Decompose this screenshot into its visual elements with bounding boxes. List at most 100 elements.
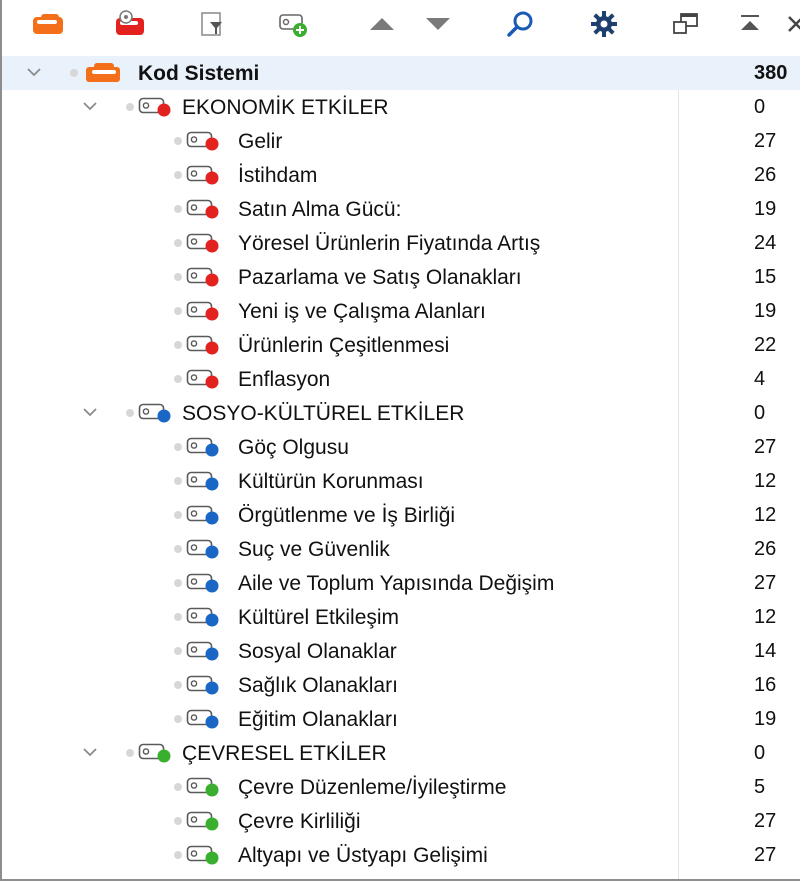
code-count: 0 (754, 402, 766, 424)
code-icon (186, 776, 222, 798)
tree-item[interactable]: Satın Alma Gücü: 19 (2, 192, 800, 226)
tree-item[interactable]: Aile ve Toplum Yapısında Değişim 27 (2, 566, 800, 600)
code-icon (186, 572, 222, 594)
code-label: Göç Olgusu (238, 436, 349, 459)
filter-codes-button[interactable] (194, 8, 230, 40)
tree-item[interactable]: Enflasyon 4 (2, 362, 800, 396)
code-label: Çevre Kirliliği (238, 810, 361, 833)
chevron-down-icon[interactable] (80, 96, 100, 116)
search-button[interactable] (502, 8, 538, 40)
chevron-down-icon[interactable] (80, 742, 100, 762)
memo-indicator-dot (174, 783, 182, 791)
tree-item[interactable]: Sağlık Olanakları 16 (2, 668, 800, 702)
code-label: Pazarlama ve Satış Olanakları (238, 266, 522, 289)
tree-item[interactable]: Çevre Düzenleme/İyileştirme 5 (2, 770, 800, 804)
tree-item[interactable]: Pazarlama ve Satış Olanakları 15 (2, 260, 800, 294)
code-icon (186, 266, 222, 288)
code-count: 19 (754, 708, 777, 730)
memo-indicator-dot (174, 239, 182, 247)
code-label: Çevre Düzenleme/İyileştirme (238, 776, 507, 799)
code-count: 27 (754, 844, 777, 866)
code-icon (186, 844, 222, 866)
code-system-icon (84, 62, 120, 84)
code-label: Suç ve Güvenlik (238, 538, 390, 561)
tree-item[interactable]: Kültürün Korunması 12 (2, 464, 800, 498)
code-count: 19 (754, 300, 777, 322)
code-label: Satın Alma Gücü: (238, 198, 402, 221)
code-label: İstihdam (238, 164, 318, 187)
tree-group[interactable]: SOSYO-KÜLTÜREL ETKİLER 0 (2, 396, 800, 430)
move-up-button[interactable] (364, 8, 400, 40)
toolbar (2, 0, 800, 54)
code-count: 12 (754, 470, 777, 492)
code-count: 12 (754, 504, 777, 526)
code-count: 19 (754, 198, 777, 220)
code-label: Yeni iş ve Çalışma Alanları (238, 300, 486, 323)
tree-group[interactable]: EKONOMİK ETKİLER 0 (2, 90, 800, 124)
memo-indicator-dot (174, 851, 182, 859)
memo-indicator-dot (174, 511, 182, 519)
code-count: 14 (754, 640, 777, 662)
close-button[interactable] (778, 8, 800, 40)
code-label: ÇEVRESEL ETKİLER (182, 742, 387, 765)
tree-item[interactable]: Suç ve Güvenlik 26 (2, 532, 800, 566)
tree-item[interactable]: Sosyal Olanaklar 14 (2, 634, 800, 668)
chevron-down-icon[interactable] (24, 62, 44, 82)
code-icon (186, 640, 222, 662)
code-count: 26 (754, 538, 777, 560)
tree-item[interactable]: Göç Olgusu 27 (2, 430, 800, 464)
tree-item[interactable]: Çevre Kirliliği 27 (2, 804, 800, 838)
code-count: 27 (754, 436, 777, 458)
tree-root-kod-sistemi[interactable]: Kod Sistemi 380 (2, 56, 800, 90)
new-code-button[interactable] (276, 8, 312, 40)
collapse-button[interactable] (732, 8, 768, 40)
code-count: 24 (754, 232, 777, 254)
code-label: Ürünlerin Çeşitlenmesi (238, 334, 450, 357)
code-count: 12 (754, 606, 777, 628)
gear-button[interactable] (586, 8, 622, 40)
code-icon (186, 470, 222, 492)
move-down-button[interactable] (420, 8, 456, 40)
code-count: 16 (754, 674, 777, 696)
code-icon (138, 742, 174, 764)
tree-item[interactable]: Kültürel Etkileşim 12 (2, 600, 800, 634)
code-icon (186, 130, 222, 152)
tree-item[interactable]: Yeni iş ve Çalışma Alanları 19 (2, 294, 800, 328)
code-label: Kültürün Korunması (238, 470, 424, 493)
new-code-system-button[interactable] (30, 8, 66, 40)
code-label: Enflasyon (238, 368, 331, 391)
memo-indicator-dot (174, 579, 182, 587)
memo-indicator-dot (174, 647, 182, 655)
code-count: 26 (754, 164, 777, 186)
memo-indicator-dot (174, 681, 182, 689)
tree-item[interactable]: Yöresel Ürünlerin Fiyatında Artış 24 (2, 226, 800, 260)
tree-item[interactable]: Gelir 27 (2, 124, 800, 158)
code-icon (138, 402, 174, 424)
tree-item[interactable]: Eğitim Olanakları 19 (2, 702, 800, 736)
code-label: Yöresel Ürünlerin Fiyatında Artış (238, 232, 541, 255)
undock-window-button[interactable] (668, 8, 704, 40)
tree-item[interactable]: Altyapı ve Üstyapı Gelişimi 27 (2, 838, 800, 872)
tree-item[interactable]: Örgütlenme ve İş Birliği 12 (2, 498, 800, 532)
code-label: SOSYO-KÜLTÜREL ETKİLER (182, 402, 465, 425)
memo-indicator-dot (174, 307, 182, 315)
code-count: 27 (754, 810, 777, 832)
code-settings-button[interactable] (112, 8, 148, 40)
close-icon (785, 13, 800, 35)
memo-indicator-dot (174, 443, 182, 451)
chevron-down-icon[interactable] (80, 402, 100, 422)
code-count: 27 (754, 130, 777, 152)
memo-indicator-dot (126, 749, 134, 757)
memo-indicator-dot (174, 341, 182, 349)
code-count: 27 (754, 572, 777, 594)
memo-indicator-dot (174, 375, 182, 383)
code-icon (186, 368, 222, 390)
code-system-panel: Kod Sistemi 380 EKONOMİK ETKİLER 0 Gelir 27 İs… (0, 0, 800, 881)
tree-item[interactable]: Ürünlerin Çeşitlenmesi 22 (2, 328, 800, 362)
code-label: Kültürel Etkileşim (238, 606, 400, 629)
tree-group[interactable]: ÇEVRESEL ETKİLER 0 (2, 736, 800, 770)
memo-indicator-dot (70, 69, 78, 77)
move-up-icon (366, 14, 398, 34)
code-label: Altyapı ve Üstyapı Gelişimi (238, 844, 488, 867)
tree-item[interactable]: İstihdam 26 (2, 158, 800, 192)
